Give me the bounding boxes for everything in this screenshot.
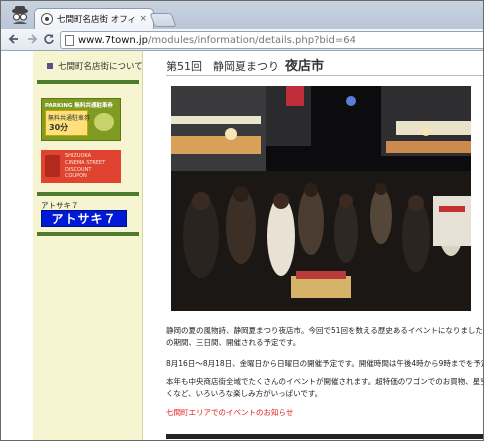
url-text: www.7town.jp/modules/information/details… (78, 35, 356, 46)
forward-arrow-icon[interactable] (25, 32, 39, 46)
sidebar-divider (37, 80, 139, 84)
browser-window: 七間町名店街 オフィシャ × www.7town.jp/modules/info… (0, 0, 484, 441)
coupon-line-1: SHIZUOKA (65, 153, 92, 159)
content-divider (166, 434, 483, 439)
atosaki-banner[interactable]: アトサキ７ (41, 210, 127, 227)
sidebar: 七間町名店街について PARKING 無料共通駐車券 無料共通駐車券 30分 S… (33, 51, 143, 440)
sidebar-divider (37, 192, 139, 196)
incognito-icon (12, 6, 28, 24)
parking-mascot-icon (94, 113, 114, 131)
reload-icon[interactable] (42, 32, 56, 46)
site-favicon-icon (41, 13, 53, 25)
article-line: くなど、いろいろな楽しみ方がいっぱいです。 (166, 389, 323, 398)
article-paragraph-2: 8月16日～8月18日、金曜日から日曜日の開催予定です。開催時間は午後4時から9… (166, 359, 484, 368)
article-paragraph-3: 本年も中央商店街全域でたくさんのイベントが開催されます。超特価のワゴンでのお買物… (166, 376, 484, 400)
address-bar[interactable]: www.7town.jp/modules/information/details… (60, 31, 483, 49)
article-line: 本年も中央商店街全域でたくさんのイベントが開催されます。超特価のワゴンでのお買物… (166, 377, 484, 386)
main-content: 第51回 静岡夏まつり 夜店市 静岡の夏の風物詩、静岡夏まつり夜店市。今回で51… (143, 51, 484, 440)
square-bullet-icon (47, 63, 53, 69)
tab-title: 七間町名店街 オフィシャ (57, 15, 137, 25)
tab-close-icon[interactable]: × (139, 14, 147, 24)
new-tab-button[interactable] (149, 13, 177, 27)
atosaki-logo-text: アトサキ７ (51, 212, 117, 226)
page-title-prefix: 第51回 静岡夏まつり (166, 60, 279, 73)
article-line: 静岡の夏の風物詩、静岡夏まつり夜店市。今回で51回を数える歴史あるイベントになり… (166, 326, 484, 335)
event-notice-link[interactable]: 七間町エリアでのイベントのお知らせ (166, 407, 293, 418)
url-path: /modules/information/details.php?bid=64 (148, 34, 356, 46)
coupon-banner[interactable]: SHIZUOKA CINEMA STREET DISCOUNT COUPON (41, 150, 121, 183)
night-market-photo (171, 86, 471, 311)
coupon-line-4: COUPON (65, 173, 87, 180)
coupon-ticket-icon (45, 155, 60, 177)
sidebar-divider (37, 232, 139, 236)
url-host: www.7town.jp (78, 34, 149, 46)
toolbar: www.7town.jp/modules/information/details… (1, 29, 483, 51)
parking-ticket-minutes: 30分 (49, 123, 69, 132)
coupon-line-3: DISCOUNT (65, 166, 92, 173)
page-title-main: 夜店市 (285, 59, 325, 74)
page-title: 第51回 静岡夏まつり 夜店市 (166, 55, 324, 74)
page-viewport: 七間町名店街について PARKING 無料共通駐車券 無料共通駐車券 30分 S… (1, 51, 484, 440)
article-paragraph-1: 静岡の夏の風物詩、静岡夏まつり夜店市。今回で51回を数える歴史あるイベントになり… (166, 325, 484, 349)
sidebar-item-about[interactable]: 七間町名店街について (47, 60, 143, 72)
article-line: の期間、三日間、開催される予定です。 (166, 338, 301, 347)
tab-active[interactable]: 七間町名店街 オフィシャ × (34, 8, 154, 29)
title-divider (166, 75, 483, 76)
sidebar-item-label: 七間町名店街について (58, 62, 143, 72)
parking-banner[interactable]: PARKING 無料共通駐車券 無料共通駐車券 30分 (41, 98, 121, 141)
parking-ticket: 無料共通駐車券 30分 (45, 110, 91, 136)
page-margin (1, 51, 33, 440)
tab-strip: 七間町名店街 オフィシャ × (1, 1, 483, 29)
coupon-line-2: CINEMA STREET (65, 159, 106, 166)
page-icon (65, 34, 74, 46)
parking-ticket-text: 無料共通駐車券 (48, 115, 91, 122)
back-arrow-icon[interactable] (7, 32, 21, 46)
